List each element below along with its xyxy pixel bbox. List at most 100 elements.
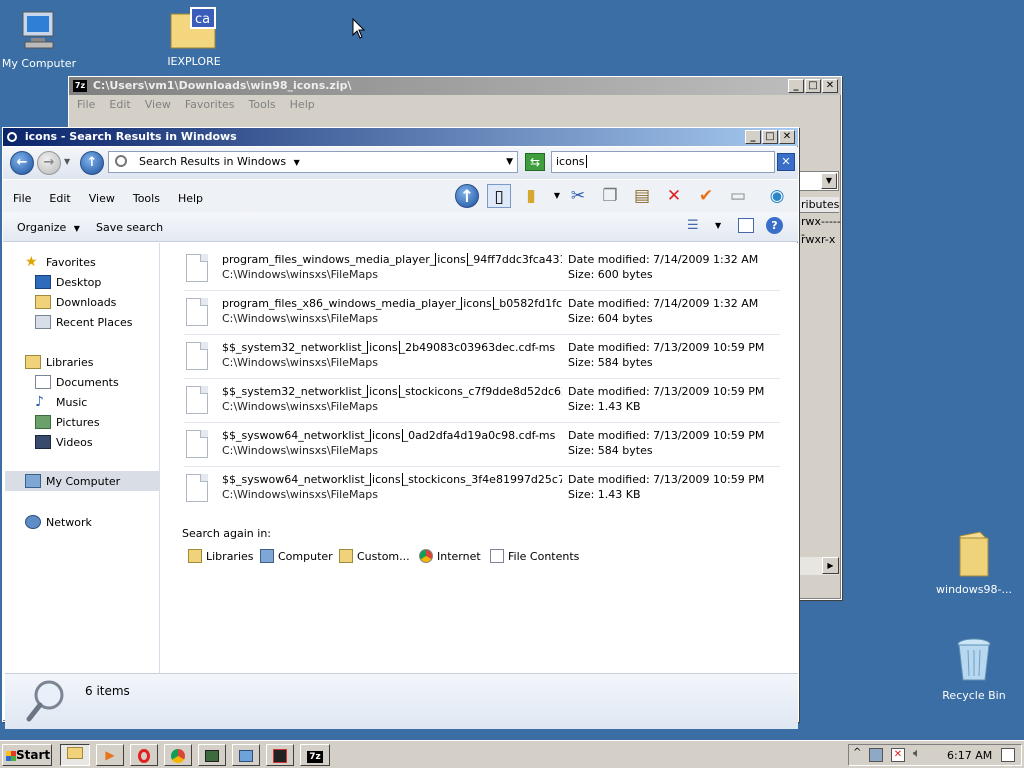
- nav-downloads[interactable]: Downloads: [35, 295, 116, 309]
- clear-search-button[interactable]: ✕: [777, 153, 795, 171]
- list-item[interactable]: $$_syswow64_networklist_ icons _0ad2dfa4d1…: [184, 423, 780, 467]
- refresh-button[interactable]: ⇆: [525, 153, 545, 171]
- taskbar-7zip[interactable]: 7z: [300, 744, 330, 766]
- maximize-button[interactable]: □: [762, 130, 778, 144]
- cut-icon[interactable]: ✂: [566, 184, 590, 208]
- menu-favorites[interactable]: Favorites: [185, 98, 235, 111]
- maximize-button[interactable]: □: [805, 79, 821, 93]
- action-center-icon[interactable]: ✕: [891, 748, 905, 762]
- network-tray-icon[interactable]: [869, 748, 883, 762]
- libraries-icon: [188, 549, 202, 563]
- desktop-icon-recycle-bin[interactable]: Recycle Bin: [929, 636, 1019, 702]
- volume-icon[interactable]: 🔈︎: [913, 746, 921, 761]
- menu-file[interactable]: File: [13, 192, 31, 205]
- taskbar-media-player[interactable]: ▶: [96, 744, 124, 766]
- start-button[interactable]: Start: [2, 744, 52, 766]
- nav-documents[interactable]: Documents: [35, 375, 119, 389]
- archive-path-dropdown[interactable]: ▼: [799, 171, 839, 191]
- menu-edit[interactable]: Edit: [49, 192, 70, 205]
- notification-icon[interactable]: [1001, 748, 1015, 762]
- globe-icon[interactable]: ◉: [765, 184, 789, 208]
- organize-label: Organize: [17, 221, 67, 234]
- list-item[interactable]: $$_system32_networklist_ icons _stockicons…: [184, 379, 780, 423]
- close-button[interactable]: ✕: [779, 130, 795, 144]
- nav-network[interactable]: Network: [25, 515, 92, 529]
- menu-tools[interactable]: Tools: [133, 192, 160, 205]
- nav-videos[interactable]: Videos: [35, 435, 93, 449]
- list-item[interactable]: $$_system32_networklist_ icons _2b49083c03…: [184, 335, 780, 379]
- explorer-titlebar[interactable]: icons - Search Results in Windows _ □ ✕: [3, 128, 798, 146]
- help-icon[interactable]: ?: [766, 217, 783, 234]
- recent-pages-dropdown[interactable]: ▼: [64, 157, 70, 166]
- close-button[interactable]: ✕: [822, 79, 838, 93]
- folders-pane-icon[interactable]: ▯: [487, 184, 511, 208]
- search-again-computer[interactable]: Computer: [260, 549, 333, 563]
- nav-music[interactable]: ♪ Music: [35, 395, 87, 409]
- minimize-button[interactable]: _: [788, 79, 804, 93]
- preview-pane-icon[interactable]: [738, 218, 754, 233]
- taskbar-explorer[interactable]: [60, 744, 90, 766]
- menu-edit[interactable]: Edit: [109, 98, 130, 111]
- taskbar-remote[interactable]: [232, 744, 260, 766]
- delete-icon[interactable]: ✕: [662, 184, 686, 208]
- taskbar-opera[interactable]: [130, 744, 158, 766]
- up-button[interactable]: ↑: [80, 151, 104, 175]
- taskbar-chrome[interactable]: [164, 744, 192, 766]
- desktop-icon-iexplore[interactable]: ca IEXPLORE: [149, 6, 239, 68]
- nav-my-computer[interactable]: My Computer: [5, 471, 160, 491]
- nav-desktop[interactable]: Desktop: [35, 275, 101, 289]
- copy-icon[interactable]: ❐: [598, 184, 622, 208]
- address-history-dropdown[interactable]: ▼: [506, 152, 513, 172]
- taskbar-vm[interactable]: [198, 744, 226, 766]
- file-size: Size: 1.43 KB: [568, 488, 641, 501]
- nav-pictures[interactable]: Pictures: [35, 415, 100, 429]
- system-tray: ^ ✕ 🔈︎ 6:17 AM: [848, 744, 1022, 766]
- menu-tools[interactable]: Tools: [249, 98, 276, 111]
- menu-help[interactable]: Help: [290, 98, 315, 111]
- save-search-button[interactable]: Save search: [96, 221, 163, 234]
- explorer-window[interactable]: icons - Search Results in Windows _ □ ✕ …: [2, 127, 799, 729]
- search-again-libraries[interactable]: Libraries: [188, 549, 254, 563]
- recent-places-icon: [35, 315, 51, 329]
- nav-label: Favorites: [46, 255, 96, 269]
- clock[interactable]: 6:17 AM: [947, 749, 992, 762]
- menu-view[interactable]: View: [145, 98, 171, 111]
- checkmark-icon[interactable]: ✔: [694, 184, 718, 208]
- search-input[interactable]: icons: [551, 151, 775, 173]
- show-hidden-icons[interactable]: ^: [853, 747, 861, 758]
- forward-button[interactable]: →: [37, 151, 61, 175]
- properties-icon[interactable]: ▭: [726, 184, 750, 208]
- desktop-icon-my-computer[interactable]: My Computer: [0, 10, 84, 70]
- folder-options-icon[interactable]: ▮: [519, 184, 543, 208]
- desktop-icon-zip-folder[interactable]: windows98-...: [929, 530, 1019, 596]
- attributes-column-header[interactable]: ributes: [799, 197, 839, 213]
- organize-button[interactable]: Organize ▼: [17, 221, 80, 234]
- remote-desktop-icon: [239, 749, 253, 762]
- menu-file[interactable]: File: [77, 98, 95, 111]
- menu-help[interactable]: Help: [178, 192, 203, 205]
- list-item[interactable]: program_files_x86_windows_media_player_ i…: [184, 291, 780, 335]
- search-again-internet[interactable]: Internet: [419, 549, 481, 563]
- nav-favorites[interactable]: ★ Favorites: [25, 255, 96, 269]
- menu-view[interactable]: View: [89, 192, 115, 205]
- back-button[interactable]: ←: [10, 151, 34, 175]
- minimize-button[interactable]: _: [745, 130, 761, 144]
- nav-recent-places[interactable]: Recent Places: [35, 315, 133, 329]
- documents-icon: [35, 375, 51, 389]
- scrollbar-horizontal[interactable]: ▶: [799, 557, 839, 575]
- views-icon[interactable]: ☰: [687, 218, 699, 233]
- nav-libraries[interactable]: Libraries: [25, 355, 94, 369]
- search-again-custom[interactable]: Custom...: [339, 549, 410, 563]
- up-folder-icon[interactable]: ↑: [455, 184, 479, 208]
- views-dropdown-icon[interactable]: ▼: [715, 221, 721, 230]
- scroll-right-icon[interactable]: ▶: [822, 557, 839, 574]
- list-item[interactable]: $$_syswow64_networklist_ icons _stockicons…: [184, 467, 780, 511]
- list-item[interactable]: program_files_windows_media_player_ icons…: [184, 247, 780, 291]
- archive-window-titlebar[interactable]: 7z C:\Users\vm1\Downloads\win98_icons.zi…: [69, 77, 841, 95]
- paste-icon[interactable]: ▤: [630, 184, 654, 208]
- search-magnifier-icon: [26, 680, 64, 722]
- search-again-file-contents[interactable]: File Contents: [490, 549, 579, 563]
- address-bar[interactable]: Search Results in Windows ▼ ▼: [108, 151, 518, 173]
- taskbar-app-dark[interactable]: [266, 744, 294, 766]
- search-highlight: icons: [435, 253, 468, 266]
